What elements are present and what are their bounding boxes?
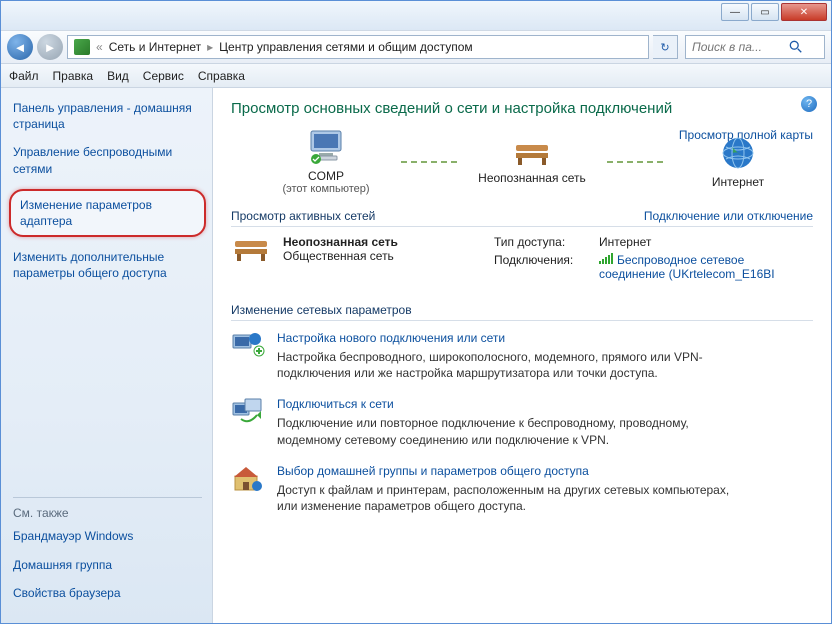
body: Панель управления - домашняя страница Уп… bbox=[1, 88, 831, 623]
map-wire-1 bbox=[401, 161, 457, 163]
active-networks-title: Просмотр активных сетей bbox=[231, 209, 375, 223]
active-network-info: Неопознанная сеть Общественная сеть bbox=[283, 235, 398, 263]
task-connect-network-desc: Подключение или повторное подключение к … bbox=[277, 415, 737, 447]
network-params-head: Изменение сетевых параметров bbox=[231, 303, 813, 321]
refresh-button[interactable]: ↻ bbox=[653, 35, 678, 59]
network-map: COMP (этот компьютер) Неопознанная сеть … bbox=[261, 129, 813, 195]
task-new-connection-title: Настройка нового подключения или сети bbox=[277, 331, 737, 345]
sidebar: Панель управления - домашняя страница Уп… bbox=[1, 88, 213, 623]
map-wire-2 bbox=[607, 161, 663, 163]
new-connection-icon bbox=[231, 331, 265, 361]
menu-edit[interactable]: Правка bbox=[53, 69, 94, 83]
task-connect-network-title: Подключиться к сети bbox=[277, 397, 737, 411]
connection-name: Беспроводное сетевое соединение (UKrtele… bbox=[599, 253, 775, 281]
search-icon bbox=[789, 40, 803, 54]
connections-label: Подключения: bbox=[494, 253, 599, 281]
control-panel-icon bbox=[74, 39, 90, 55]
sidebar-spacer bbox=[13, 294, 202, 492]
sidebar-firewall[interactable]: Брандмауэр Windows bbox=[13, 528, 202, 544]
menu-view[interactable]: Вид bbox=[107, 69, 129, 83]
sidebar-wireless-management[interactable]: Управление беспроводными сетями bbox=[13, 144, 202, 176]
search-input[interactable] bbox=[692, 40, 784, 54]
navbar: ◄ ► « Сеть и Интернет ▸ Центр управления… bbox=[1, 31, 831, 64]
sidebar-homegroup[interactable]: Домашняя группа bbox=[13, 557, 202, 573]
sidebar-adapter-settings[interactable]: Изменение параметров адаптера bbox=[9, 189, 206, 237]
close-button[interactable]: ✕ bbox=[781, 3, 827, 21]
search-box[interactable] bbox=[685, 35, 825, 59]
map-node-internet[interactable]: Интернет bbox=[673, 135, 803, 189]
menubar: Файл Правка Вид Сервис Справка bbox=[1, 64, 831, 88]
connection-link[interactable]: Беспроводное сетевое соединение (UKrtele… bbox=[599, 253, 813, 281]
map-node-internet-label: Интернет bbox=[712, 175, 764, 189]
tasks-list: Настройка нового подключения или сети На… bbox=[231, 331, 813, 514]
map-node-computer-label: COMP bbox=[308, 169, 344, 183]
active-networks-head: Просмотр активных сетей Подключение или … bbox=[231, 209, 813, 227]
page-title: Просмотр основных сведений о сети и наст… bbox=[231, 100, 813, 117]
sidebar-advanced-sharing[interactable]: Изменить дополнительные параметры общего… bbox=[13, 249, 202, 281]
connect-disconnect-link[interactable]: Подключение или отключение bbox=[644, 209, 813, 223]
map-node-computer-sub: (этот компьютер) bbox=[282, 183, 369, 195]
sidebar-see-also-head: См. также bbox=[13, 506, 202, 520]
bench-icon bbox=[231, 235, 271, 263]
sidebar-separator bbox=[13, 497, 202, 498]
titlebar: — ▭ ✕ bbox=[1, 1, 831, 31]
breadcrumb-arrow: ▸ bbox=[207, 40, 213, 54]
map-node-network-label: Неопознанная сеть bbox=[478, 171, 586, 185]
active-network-props: Тип доступа: Интернет Подключения: Беспр… bbox=[494, 235, 813, 281]
globe-icon bbox=[720, 135, 756, 171]
active-network-name: Неопознанная сеть bbox=[283, 235, 398, 249]
access-type-label: Тип доступа: bbox=[494, 235, 599, 249]
sidebar-control-panel-home[interactable]: Панель управления - домашняя страница bbox=[13, 100, 202, 132]
active-network-row: Неопознанная сеть Общественная сеть Тип … bbox=[231, 235, 813, 281]
help-icon[interactable]: ? bbox=[801, 96, 817, 112]
task-new-connection-desc: Настройка беспроводного, широкополосного… bbox=[277, 349, 737, 381]
task-connect-network[interactable]: Подключиться к сети Подключение или повт… bbox=[231, 397, 813, 447]
address-bar[interactable]: « Сеть и Интернет ▸ Центр управления сет… bbox=[67, 35, 649, 59]
minimize-button[interactable]: — bbox=[721, 3, 749, 21]
active-network-left: Неопознанная сеть Общественная сеть bbox=[231, 235, 476, 281]
active-network-type: Общественная сеть bbox=[283, 249, 398, 263]
task-new-connection[interactable]: Настройка нового подключения или сети На… bbox=[231, 331, 813, 381]
task-homegroup-title: Выбор домашней группы и параметров общег… bbox=[277, 464, 737, 478]
access-type-value: Интернет bbox=[599, 235, 813, 249]
nav-forward-button[interactable]: ► bbox=[37, 34, 63, 60]
nav-back-button[interactable]: ◄ bbox=[7, 34, 33, 60]
menu-service[interactable]: Сервис bbox=[143, 69, 184, 83]
homegroup-icon bbox=[231, 464, 265, 494]
content: ? Просмотр основных сведений о сети и на… bbox=[213, 88, 831, 623]
task-homegroup[interactable]: Выбор домашней группы и параметров общег… bbox=[231, 464, 813, 514]
map-node-computer[interactable]: COMP (этот компьютер) bbox=[261, 129, 391, 195]
window: — ▭ ✕ ◄ ► « Сеть и Интернет ▸ Центр упра… bbox=[0, 0, 832, 624]
bench-icon bbox=[512, 139, 552, 167]
map-node-network[interactable]: Неопознанная сеть bbox=[467, 139, 597, 185]
task-homegroup-desc: Доступ к файлам и принтерам, расположенн… bbox=[277, 482, 737, 514]
network-params-title: Изменение сетевых параметров bbox=[231, 303, 412, 317]
menu-help[interactable]: Справка bbox=[198, 69, 245, 83]
breadcrumb-sep: « bbox=[96, 40, 103, 54]
computer-icon bbox=[305, 129, 347, 165]
maximize-button[interactable]: ▭ bbox=[751, 3, 779, 21]
signal-icon bbox=[599, 254, 613, 264]
sidebar-browser-props[interactable]: Свойства браузера bbox=[13, 585, 202, 601]
breadcrumb-1[interactable]: Сеть и Интернет bbox=[109, 40, 201, 54]
breadcrumb-2[interactable]: Центр управления сетями и общим доступом bbox=[219, 40, 473, 54]
connect-network-icon bbox=[231, 397, 265, 427]
menu-file[interactable]: Файл bbox=[9, 69, 39, 83]
